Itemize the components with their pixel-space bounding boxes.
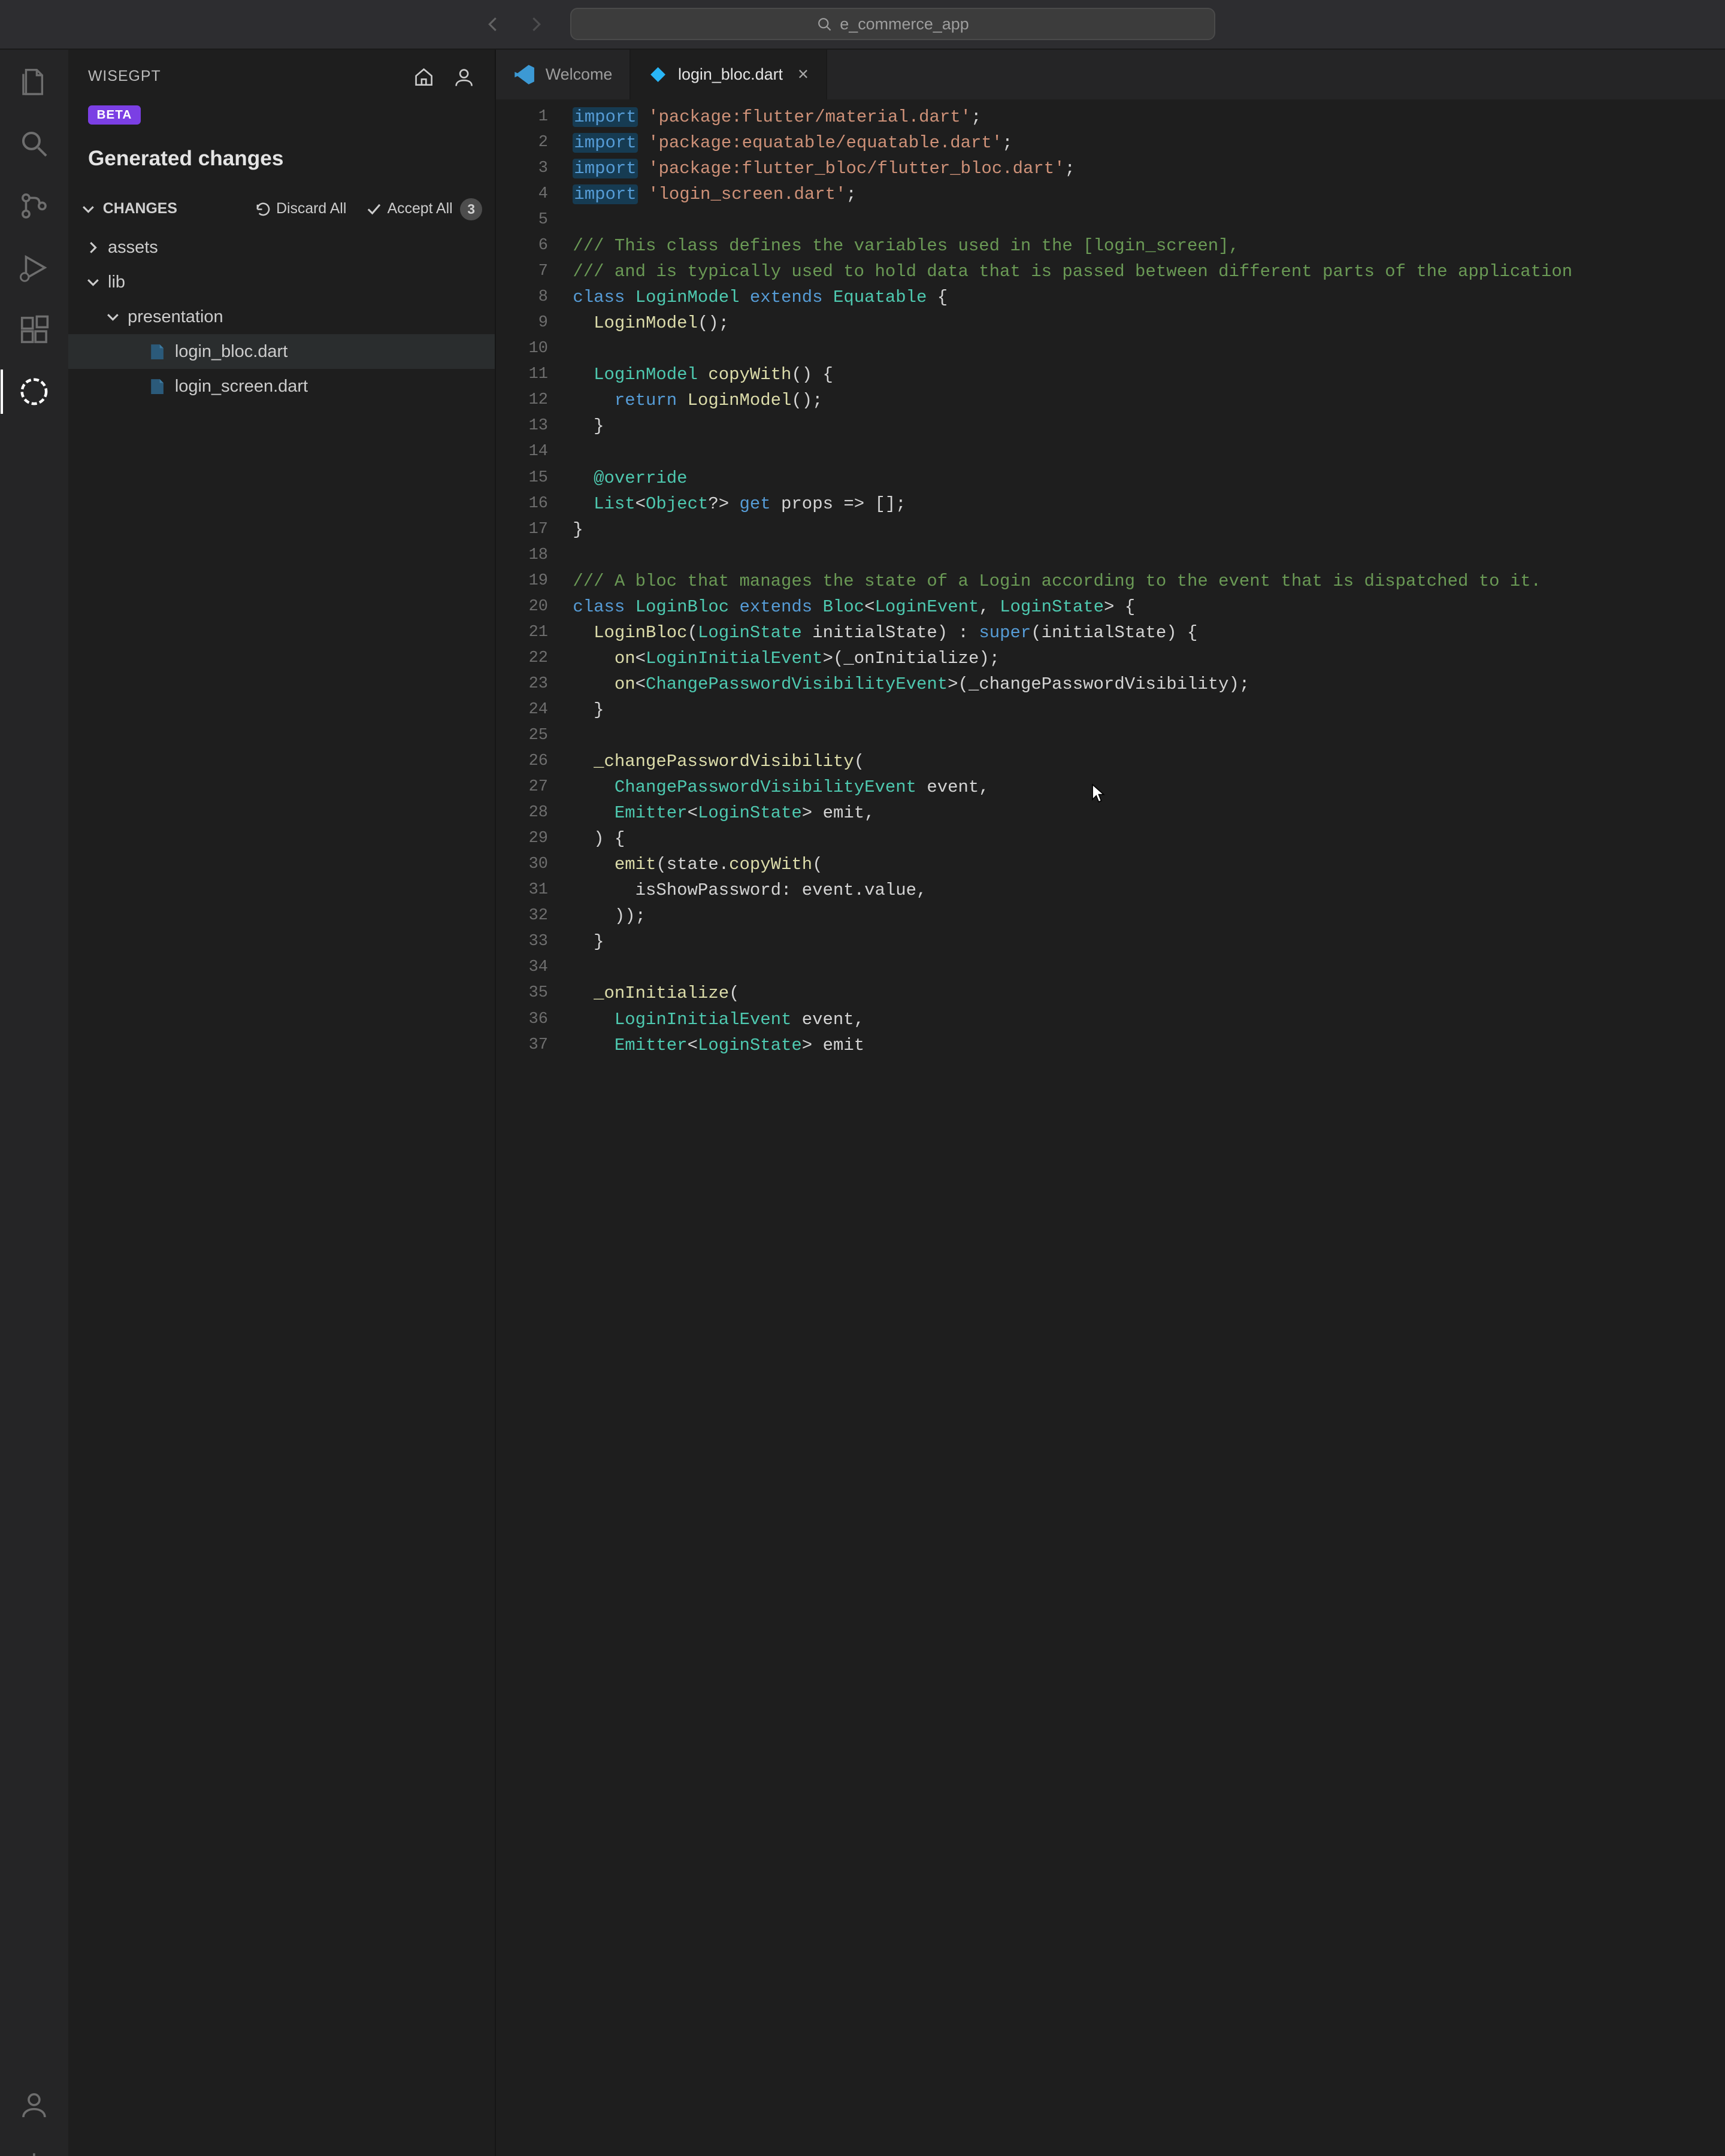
chevron-down-icon: [105, 310, 120, 325]
tree-label: login_screen.dart: [175, 377, 308, 396]
dart-file-icon: [648, 65, 668, 84]
activity-bar: [0, 50, 68, 2156]
chevron-down-icon: [81, 202, 96, 217]
accounts-icon[interactable]: [17, 2088, 52, 2122]
home-icon[interactable]: [413, 66, 435, 88]
tree-label: assets: [108, 238, 158, 258]
nav-forward-icon[interactable]: [526, 14, 546, 34]
source-control-icon[interactable]: [17, 189, 52, 223]
sidebar: WISEGPT BETA Generated changes CHANGES D…: [68, 50, 496, 2156]
code-content[interactable]: import 'package:flutter/material.dart';i…: [573, 99, 1725, 2156]
changes-label: CHANGES: [103, 201, 177, 217]
tree-folder-presentation[interactable]: presentation: [68, 299, 495, 334]
command-center-search[interactable]: e_commerce_app: [570, 8, 1215, 40]
changes-count-badge: 3: [460, 198, 482, 220]
search-text: e_commerce_app: [840, 15, 969, 34]
tab-label: Welcome: [546, 65, 613, 84]
changes-header[interactable]: CHANGES Discard All Accept All 3: [68, 190, 495, 228]
code-editor[interactable]: 1234567891011121314151617181920212223242…: [496, 99, 1725, 2156]
extension-title: WISEGPT: [88, 68, 161, 85]
tree-label: login_bloc.dart: [175, 342, 288, 362]
editor-area: Welcome login_bloc.dart × ⋯ 123456789101…: [496, 50, 1725, 2156]
beta-badge: BETA: [88, 105, 141, 125]
accept-all-button[interactable]: Accept All: [366, 201, 452, 217]
tab-welcome[interactable]: Welcome: [496, 50, 631, 99]
wisegpt-extension-icon[interactable]: [17, 374, 52, 409]
search-icon: [816, 16, 833, 32]
sidebar-section-title: Generated changes: [68, 137, 495, 191]
tree-label: presentation: [128, 307, 223, 327]
tree-file-login-screen[interactable]: login_screen.dart: [68, 369, 495, 404]
search-nav-icon[interactable]: [17, 126, 52, 161]
changes-tree: assets lib presentation login_bloc.dart …: [68, 228, 495, 406]
accept-label: Accept All: [388, 201, 453, 217]
sidebar-header: WISEGPT: [68, 50, 495, 104]
dart-file-icon: [147, 377, 167, 396]
tree-folder-lib[interactable]: lib: [68, 265, 495, 299]
tree-folder-assets[interactable]: assets: [68, 231, 495, 265]
profile-icon[interactable]: [453, 66, 475, 88]
dart-file-icon: [147, 342, 167, 362]
extensions-icon[interactable]: [17, 313, 52, 347]
discard-label: Discard All: [276, 201, 346, 217]
nav-back-icon[interactable]: [483, 14, 503, 34]
chevron-down-icon: [86, 275, 101, 290]
chevron-right-icon: [86, 240, 101, 255]
settings-gear-icon[interactable]: [17, 2149, 52, 2156]
close-tab-icon[interactable]: ×: [798, 63, 809, 85]
tab-label: login_bloc.dart: [678, 65, 783, 84]
tree-file-login-bloc[interactable]: login_bloc.dart: [68, 334, 495, 369]
explorer-icon[interactable]: [17, 65, 52, 99]
vscode-icon: [513, 63, 535, 86]
editor-tabs: Welcome login_bloc.dart × ⋯: [496, 50, 1725, 99]
tree-label: lib: [108, 272, 125, 292]
titlebar: e_commerce_app: [0, 0, 1725, 50]
run-debug-icon[interactable]: [17, 250, 52, 285]
line-numbers: 1234567891011121314151617181920212223242…: [496, 99, 573, 2156]
tab-login-bloc[interactable]: login_bloc.dart ×: [631, 50, 827, 99]
discard-all-button[interactable]: Discard All: [255, 201, 346, 217]
